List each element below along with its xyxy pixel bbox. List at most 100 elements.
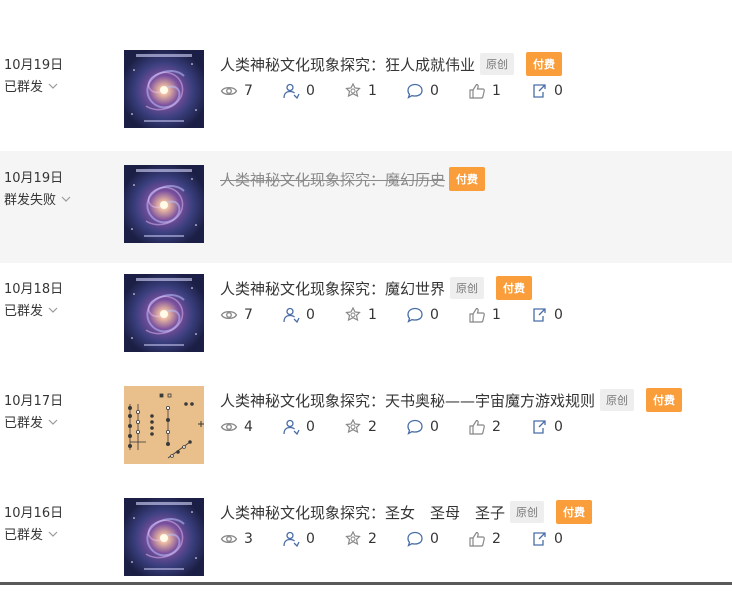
- publish-date: 10月18日: [4, 282, 64, 297]
- thumbs-up-icon: [469, 83, 485, 99]
- article-stats: 4 0 2 0 2 0: [220, 418, 592, 436]
- chevron-down-icon[interactable]: [47, 80, 59, 92]
- article-title[interactable]: 人类神秘文化现象探究：魔幻历史: [220, 169, 445, 190]
- comments-stat[interactable]: 0: [406, 82, 468, 100]
- star-icon: [345, 82, 361, 98]
- thumbs-up-icon: [469, 531, 485, 547]
- article-stats: 7 0 1 0 1 0: [220, 306, 592, 324]
- favorites-stat[interactable]: 2: [344, 530, 406, 548]
- comments-stat[interactable]: 0: [406, 306, 468, 324]
- publish-date: 10月19日: [4, 58, 64, 73]
- publish-date: 10月19日: [4, 171, 64, 186]
- title-line: 人类神秘文化现象探究：魔幻世界 原创 付费: [220, 276, 533, 300]
- title-line: 人类神秘文化现象探究：狂人成就伟业 原创 付费: [220, 52, 563, 76]
- likes-stat[interactable]: 2: [468, 418, 530, 436]
- article-thumbnail[interactable]: [124, 0, 204, 20]
- title-line: 人类神秘文化现象探究：圣女 圣母 圣子 原创 付费: [220, 500, 593, 524]
- likes-stat[interactable]: 1: [468, 82, 530, 100]
- article-thumbnail[interactable]: [124, 498, 204, 576]
- reads-stat[interactable]: 7: [220, 306, 282, 324]
- article-row: 10月18日 已群发 人类神秘文化现象探究：魔幻世界 原创 付费 7 0 1 0…: [0, 266, 732, 378]
- chevron-down-icon[interactable]: [47, 416, 59, 428]
- article-row: 10月17日 已群发 人类神秘文化现象探究：天书奥秘——宇宙魔方游戏规则 原创 …: [0, 378, 732, 490]
- paid-badge: 付费: [496, 276, 533, 300]
- reprint-icon: [533, 420, 546, 434]
- shares-stat[interactable]: 0: [282, 530, 344, 548]
- thumbs-up-icon: [469, 419, 485, 435]
- article-row: 10月19日 群发失败 人类神秘文化现象探究：魔幻历史 付费: [0, 151, 732, 263]
- comments-stat[interactable]: 0: [406, 530, 468, 548]
- reprints-stat[interactable]: 0: [530, 306, 592, 324]
- likes-count: 2: [492, 419, 501, 435]
- comments-count: 0: [430, 83, 439, 99]
- user-share-icon: [283, 419, 300, 436]
- reprint-icon: [533, 532, 546, 546]
- shares-count: 0: [306, 307, 315, 323]
- article-title[interactable]: 人类神秘文化现象探究：天书奥秘——宇宙魔方游戏规则: [220, 390, 595, 411]
- favorites-stat[interactable]: 1: [344, 306, 406, 324]
- likes-stat[interactable]: 2: [468, 530, 530, 548]
- star-icon: [345, 306, 361, 322]
- star-icon: [345, 530, 361, 546]
- reprint-icon: [533, 308, 546, 322]
- publish-status[interactable]: 已群发: [4, 524, 59, 543]
- original-badge: 原创: [480, 53, 515, 75]
- article-title[interactable]: 人类神秘文化现象探究：魔幻世界: [220, 278, 445, 299]
- original-badge: 原创: [510, 501, 545, 523]
- publish-status[interactable]: 群发失败: [4, 189, 72, 208]
- eye-icon: [220, 534, 238, 544]
- reprints-stat[interactable]: 0: [530, 530, 592, 548]
- favorites-stat[interactable]: 2: [344, 418, 406, 436]
- article-row: 10月19日 已群发 人类神秘文化现象探究：狂人成就伟业 原创 付费 7 0 1…: [0, 42, 732, 154]
- reads-stat[interactable]: 7: [220, 82, 282, 100]
- status-label: 已群发: [4, 304, 44, 319]
- reprints-stat[interactable]: 0: [530, 418, 592, 436]
- original-badge: 原创: [450, 277, 485, 299]
- comment-icon: [407, 419, 423, 435]
- favorites-count: 2: [368, 531, 377, 547]
- thumbs-up-icon: [469, 307, 485, 323]
- shares-count: 0: [306, 83, 315, 99]
- article-title[interactable]: 人类神秘文化现象探究：狂人成就伟业: [220, 54, 475, 75]
- reads-count: 4: [244, 419, 253, 435]
- article-thumbnail[interactable]: [124, 165, 204, 243]
- reads-count: 7: [244, 83, 253, 99]
- publish-status[interactable]: 已群发: [4, 76, 59, 95]
- comments-stat[interactable]: 0: [406, 418, 468, 436]
- favorites-count: 1: [368, 83, 377, 99]
- favorites-count: 2: [368, 419, 377, 435]
- reprints-stat[interactable]: 0: [530, 82, 592, 100]
- shares-stat[interactable]: 0: [282, 306, 344, 324]
- reprints-count: 0: [554, 307, 563, 323]
- status-label: 已群发: [4, 80, 44, 95]
- chevron-down-icon[interactable]: [47, 528, 59, 540]
- comments-count: 0: [430, 531, 439, 547]
- publish-status[interactable]: 已群发: [4, 412, 59, 431]
- chevron-down-icon[interactable]: [60, 193, 72, 205]
- article-thumbnail[interactable]: [124, 50, 204, 128]
- likes-count: 2: [492, 531, 501, 547]
- shares-stat[interactable]: 0: [282, 418, 344, 436]
- article-thumbnail[interactable]: [124, 274, 204, 352]
- title-line: 人类神秘文化现象探究：魔幻历史 付费: [220, 167, 486, 191]
- reads-stat[interactable]: 3: [220, 530, 282, 548]
- reprint-icon: [533, 84, 546, 98]
- paid-badge: 付费: [526, 52, 563, 76]
- publish-status[interactable]: 已群发: [4, 300, 59, 319]
- reprints-count: 0: [554, 531, 563, 547]
- paid-badge: 付费: [646, 388, 683, 412]
- paid-badge: 付费: [449, 167, 486, 191]
- chevron-down-icon[interactable]: [47, 304, 59, 316]
- reprints-count: 0: [554, 83, 563, 99]
- article-thumbnail[interactable]: [124, 386, 204, 464]
- article-stats: 7 0 1 0 1 0: [220, 82, 592, 100]
- favorites-stat[interactable]: 1: [344, 82, 406, 100]
- likes-stat[interactable]: 1: [468, 306, 530, 324]
- article-title[interactable]: 人类神秘文化现象探究：圣女 圣母 圣子: [220, 502, 505, 523]
- likes-count: 1: [492, 307, 501, 323]
- reads-stat[interactable]: 4: [220, 418, 282, 436]
- status-label: 已群发: [4, 416, 44, 431]
- shares-stat[interactable]: 0: [282, 82, 344, 100]
- status-label: 已群发: [4, 528, 44, 543]
- user-share-icon: [283, 307, 300, 324]
